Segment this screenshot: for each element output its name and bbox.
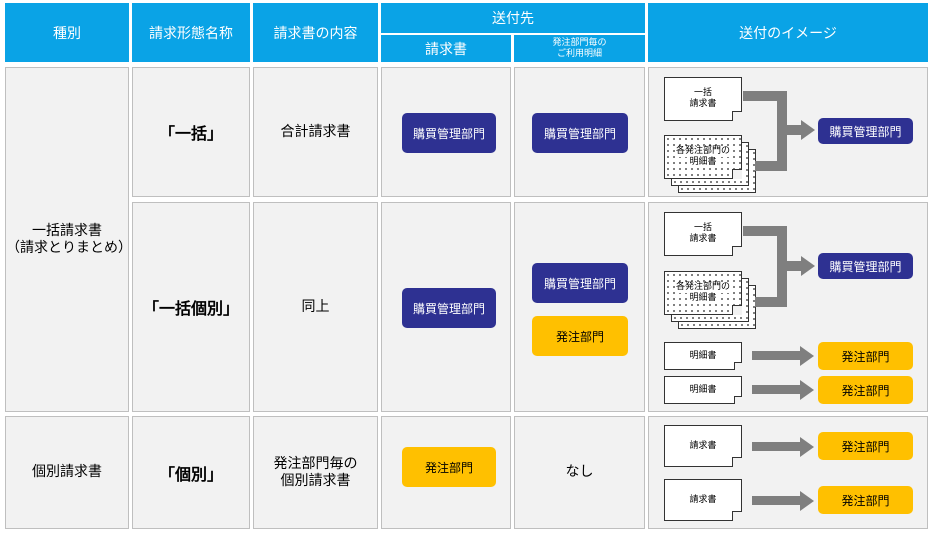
cell-detail-dest-individual: なし [514, 416, 645, 529]
arrow-line [787, 125, 801, 135]
header-billing-name: 請求形態名称 [132, 3, 250, 62]
document-icon: 一括 請求書 [664, 77, 742, 121]
cell-name-lump-individual: 「一括個別」 [132, 202, 250, 412]
document-icon: 明細書 [664, 376, 742, 404]
cell-content-lump-individual: 同上 [253, 202, 378, 412]
dept-badge: 発注部門 [818, 432, 913, 460]
arrow-line [752, 442, 800, 451]
arrow-line [777, 91, 787, 171]
arrow-right-icon [801, 120, 815, 140]
dept-badge: 購買管理部門 [532, 263, 628, 303]
header-dest-invoice: 請求書 [381, 35, 511, 62]
header-dest-detail: 発注部門毎の ご利用明細 [514, 35, 645, 62]
cell-content-lump: 合計請求書 [253, 67, 378, 197]
arrow-line [787, 261, 801, 271]
dept-badge: 購買管理部門 [818, 118, 913, 144]
header-destination: 送付先 [381, 3, 645, 33]
dept-badge: 購買管理部門 [818, 253, 913, 279]
dept-badge: 発注部門 [818, 486, 913, 514]
cell-name-individual: 「個別」 [132, 416, 250, 529]
cell-image-individual: 請求書 発注部門 請求書 発注部門 [648, 416, 928, 529]
cell-detail-dest-lump: 購買管理部門 [514, 67, 645, 197]
arrow-line [752, 351, 800, 360]
document-icon: 明細書 [664, 342, 742, 370]
document-icon: 請求書 [664, 479, 742, 521]
arrow-line [752, 385, 800, 394]
cell-content-individual: 発注部門毎の 個別請求書 [253, 416, 378, 529]
arrow-right-icon [800, 380, 814, 400]
cell-detail-dest-lump-individual: 購買管理部門 発注部門 [514, 202, 645, 412]
dept-badge: 発注部門 [818, 376, 913, 404]
document-icon: 各発注部門の 明細書 [664, 135, 742, 179]
dept-badge: 購買管理部門 [532, 113, 628, 153]
header-image: 送付のイメージ [648, 3, 928, 62]
header-type: 種別 [5, 3, 129, 62]
header-content: 請求書の内容 [253, 3, 378, 62]
cell-invoice-dest-lump-individual: 購買管理部門 [381, 202, 511, 412]
document-icon: 各発注部門の 明細書 [664, 271, 742, 315]
dept-badge: 発注部門 [818, 342, 913, 370]
arrow-right-icon [800, 437, 814, 457]
arrow-right-icon [800, 491, 814, 511]
arrow-line [777, 226, 787, 307]
cell-invoice-dest-individual: 発注部門 [381, 416, 511, 529]
cell-image-lump-individual: 一括 請求書 各発注部門の 明細書 購買管理部門 明細書 発注部門 明細書 発注部門 [648, 202, 928, 412]
dept-badge: 発注部門 [402, 447, 496, 487]
dept-badge: 発注部門 [532, 316, 628, 356]
dept-badge: 購買管理部門 [402, 288, 496, 328]
cell-image-lump: 一括 請求書 各発注部門の 明細書 購買管理部門 [648, 67, 928, 197]
cell-invoice-dest-lump: 購買管理部門 [381, 67, 511, 197]
arrow-right-icon [800, 346, 814, 366]
document-icon: 一括 請求書 [664, 212, 742, 256]
arrow-right-icon [801, 256, 815, 276]
cell-type-individual: 個別請求書 [5, 416, 129, 529]
dept-badge: 購買管理部門 [402, 113, 496, 153]
document-icon: 請求書 [664, 425, 742, 467]
arrow-line [752, 496, 800, 505]
cell-type-lump: 一括請求書 （請求とりまとめ） [5, 67, 132, 412]
cell-name-lump: 「一括」 [132, 67, 250, 197]
